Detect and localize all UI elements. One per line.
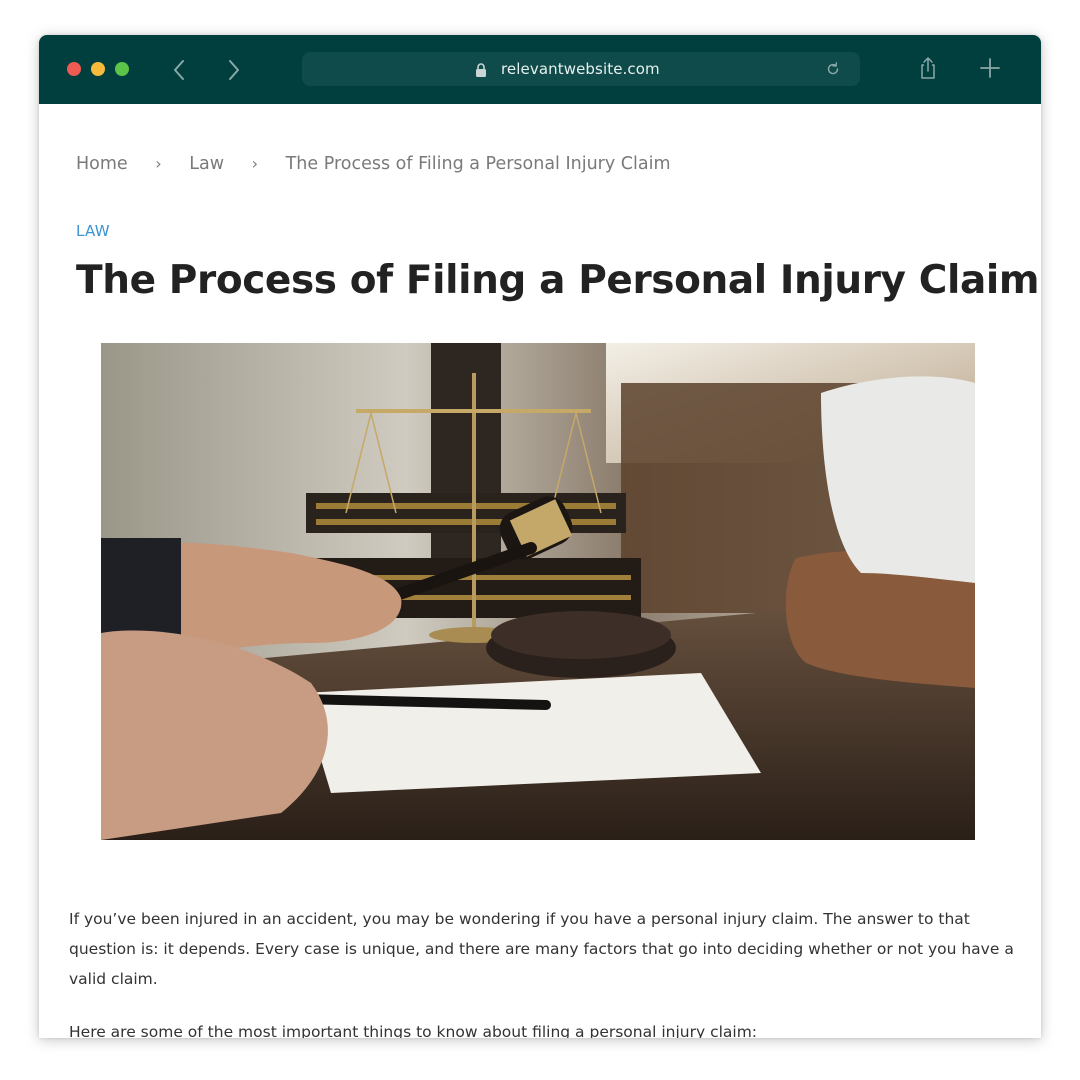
browser-window: relevantwebsite.com Home › Law › The Pro…: [39, 35, 1041, 1038]
maximize-window-button[interactable]: [115, 62, 129, 76]
browser-toolbar: relevantwebsite.com: [39, 35, 1041, 104]
article-paragraph: Here are some of the most important thin…: [69, 1023, 758, 1038]
new-tab-plus-icon[interactable]: [979, 57, 1001, 83]
article-paragraph: If you’ve been injured in an accident, y…: [69, 910, 1014, 988]
minimize-window-button[interactable]: [91, 62, 105, 76]
category-link[interactable]: LAW: [76, 222, 110, 240]
breadcrumb-separator: ›: [155, 154, 162, 173]
close-window-button[interactable]: [67, 62, 81, 76]
breadcrumb-law-link[interactable]: Law: [189, 154, 224, 174]
article-hero-image: [101, 343, 975, 840]
reload-icon[interactable]: [825, 61, 841, 81]
share-icon[interactable]: [918, 56, 938, 84]
address-bar[interactable]: relevantwebsite.com: [302, 52, 860, 86]
forward-arrow-icon[interactable]: [223, 58, 243, 82]
url-text: relevantwebsite.com: [501, 60, 660, 78]
article-title: The Process of Filing a Personal Injury …: [76, 258, 1040, 303]
breadcrumb-separator: ›: [251, 154, 259, 173]
lock-icon: [475, 62, 487, 81]
back-arrow-icon[interactable]: [170, 58, 190, 82]
breadcrumb-home-link[interactable]: Home: [76, 154, 128, 174]
breadcrumb: Home › Law › The Process of Filing a Per…: [76, 154, 671, 174]
breadcrumb-current-page: The Process of Filing a Personal Injury …: [285, 154, 671, 174]
